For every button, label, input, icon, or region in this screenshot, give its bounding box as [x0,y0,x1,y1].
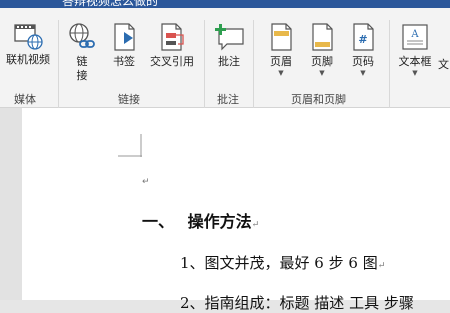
link-label: 链 接 [76,55,88,82]
group-label-header-footer: 页眉和页脚 [291,93,346,106]
window-title: 答辩视频怎么做的 [62,0,159,8]
group-separator [58,20,59,108]
cross-reference-icon [157,22,187,52]
group-separator [253,20,254,108]
online-video-icon [13,22,43,50]
page-number-button[interactable]: # 页码 ▼ [344,22,382,77]
page-number-label: 页码 [352,55,374,68]
paragraph-mark: ↵ [377,261,386,271]
group-label-media: 媒体 [14,93,36,106]
bookmark-label: 书签 [113,55,135,68]
document-heading[interactable]: 一、 操作方法↵ [142,208,259,232]
link-icon [67,22,97,52]
overflow-label[interactable]: 文 [438,58,449,72]
title-bar: 答辩视频怎么做的 [0,0,450,8]
chevron-down-icon: ▼ [360,69,366,77]
text-box-button[interactable]: A 文本框 ▼ [394,22,436,77]
list-item[interactable]: 2、指南组成：标题 描述 工具 步骤 [180,292,414,313]
group-separator [389,20,390,108]
svg-text:#: # [358,33,367,46]
footer-button[interactable]: 页脚 ▼ [303,22,341,77]
bookmark-button[interactable]: 书签 [106,22,142,69]
document-margin [0,108,22,300]
paragraph-mark: ↵ [142,177,150,187]
cross-reference-button[interactable]: 交叉引用 [145,22,199,69]
ribbon-insert-tab: 联机视频 链 接 书签 交叉引用 批注 页眉 ▼ 页脚 ▼ # 页码 ▼ A 文… [0,8,450,108]
group-label-links: 链接 [118,93,140,106]
group-separator [204,20,205,108]
paragraph-mark: ↵ [251,220,260,230]
group-label-comments: 批注 [217,93,239,106]
link-button[interactable]: 链 接 [64,22,100,83]
text-box-icon: A [400,22,430,52]
comment-button[interactable]: 批注 [210,22,248,69]
cross-reference-label: 交叉引用 [150,55,194,68]
page-number-icon: # [349,22,377,52]
list-item[interactable]: 1、图文并茂，最好 6 步 6 图↵ [180,252,385,273]
footer-label: 页脚 [311,55,333,68]
header-label: 页眉 [270,55,292,68]
bookmark-icon [110,22,138,52]
online-video-label: 联机视频 [6,53,50,66]
header-icon [267,22,295,52]
chevron-down-icon: ▼ [412,69,418,77]
online-video-button[interactable]: 联机视频 [2,22,54,67]
comment-label: 批注 [218,55,240,68]
page-corner-marker [118,134,142,158]
footer-icon [308,22,336,52]
text-box-label: 文本框 [398,55,432,68]
comment-icon [213,22,245,52]
header-button[interactable]: 页眉 ▼ [262,22,300,77]
chevron-down-icon: ▼ [278,69,284,77]
chevron-down-icon: ▼ [319,69,325,77]
svg-text:A: A [410,29,419,40]
